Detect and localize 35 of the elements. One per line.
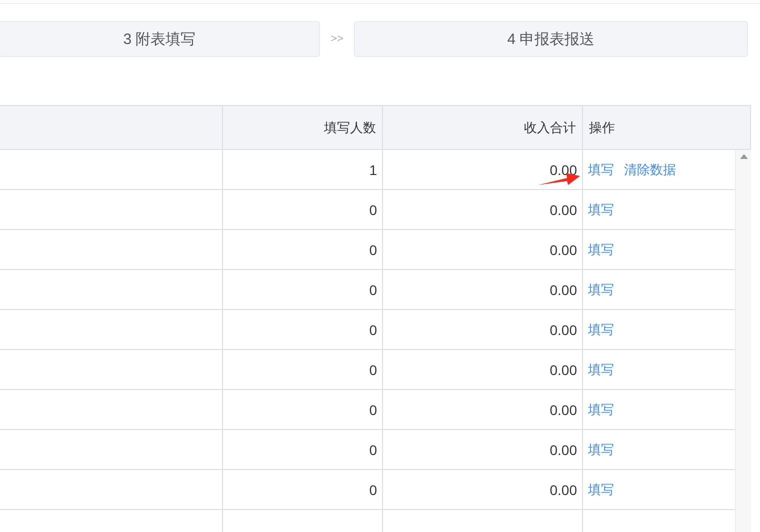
scrollbar[interactable] [735, 150, 751, 532]
action-link[interactable]: 填写 [588, 360, 614, 378]
action-link[interactable]: 填写 [588, 440, 614, 458]
table-cell: 0 [223, 190, 383, 229]
action-link[interactable]: 填写 [588, 400, 614, 418]
action-link[interactable]: 清除数据 [624, 160, 676, 178]
table-cell: 0.00 [383, 350, 583, 389]
action-link[interactable]: 填写 [588, 160, 614, 178]
action-link[interactable]: 填写 [588, 480, 614, 498]
table-cell: 0 [223, 310, 383, 349]
column-header: 收入合计 [383, 106, 583, 149]
scroll-up-icon[interactable] [740, 154, 748, 159]
table-cell: 0.00 [383, 270, 583, 309]
step-tab[interactable]: 3 附表填写 [0, 21, 320, 57]
table-cell: 0.00 [383, 390, 583, 429]
table-cell: 0 [223, 390, 383, 429]
column-header: 操作 [583, 106, 751, 149]
table-cell: 1 [223, 150, 383, 189]
step-separator: >> [330, 33, 344, 45]
column-header: 填写人数 [223, 106, 383, 149]
table-cell: 0.00 [383, 230, 583, 269]
action-link[interactable]: 填写 [588, 240, 614, 258]
step-tab[interactable]: 4 申报表报送 [354, 21, 748, 57]
table-cell: 0.00 [383, 310, 583, 349]
table-cell: 0.00 [383, 190, 583, 229]
table-cell: 0 [223, 470, 383, 509]
action-link[interactable]: 填写 [588, 320, 614, 338]
action-link[interactable]: 填写 [588, 280, 614, 298]
table-cell: 0 [223, 230, 383, 269]
table-cell: 0 [223, 430, 383, 469]
table-cell: 0.00 [383, 470, 583, 509]
action-link[interactable]: 填写 [588, 200, 614, 218]
table-cell: 0 [223, 270, 383, 309]
table-cell: 0 [223, 350, 383, 389]
table-cell: 0.00 [383, 430, 583, 469]
